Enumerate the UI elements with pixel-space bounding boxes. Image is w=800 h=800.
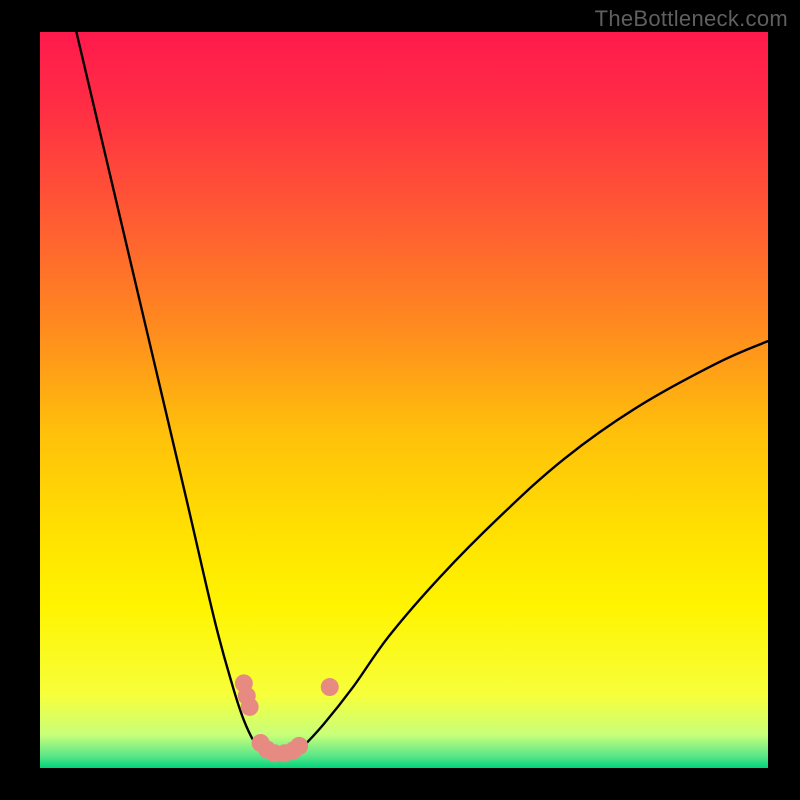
- watermark-text: TheBottleneck.com: [595, 6, 788, 32]
- plot-background: [40, 32, 768, 768]
- curve-marker: [241, 698, 259, 716]
- chart-stage: TheBottleneck.com: [0, 0, 800, 800]
- curve-marker: [290, 737, 308, 755]
- bottleneck-curve-chart: [0, 0, 800, 800]
- curve-marker: [321, 678, 339, 696]
